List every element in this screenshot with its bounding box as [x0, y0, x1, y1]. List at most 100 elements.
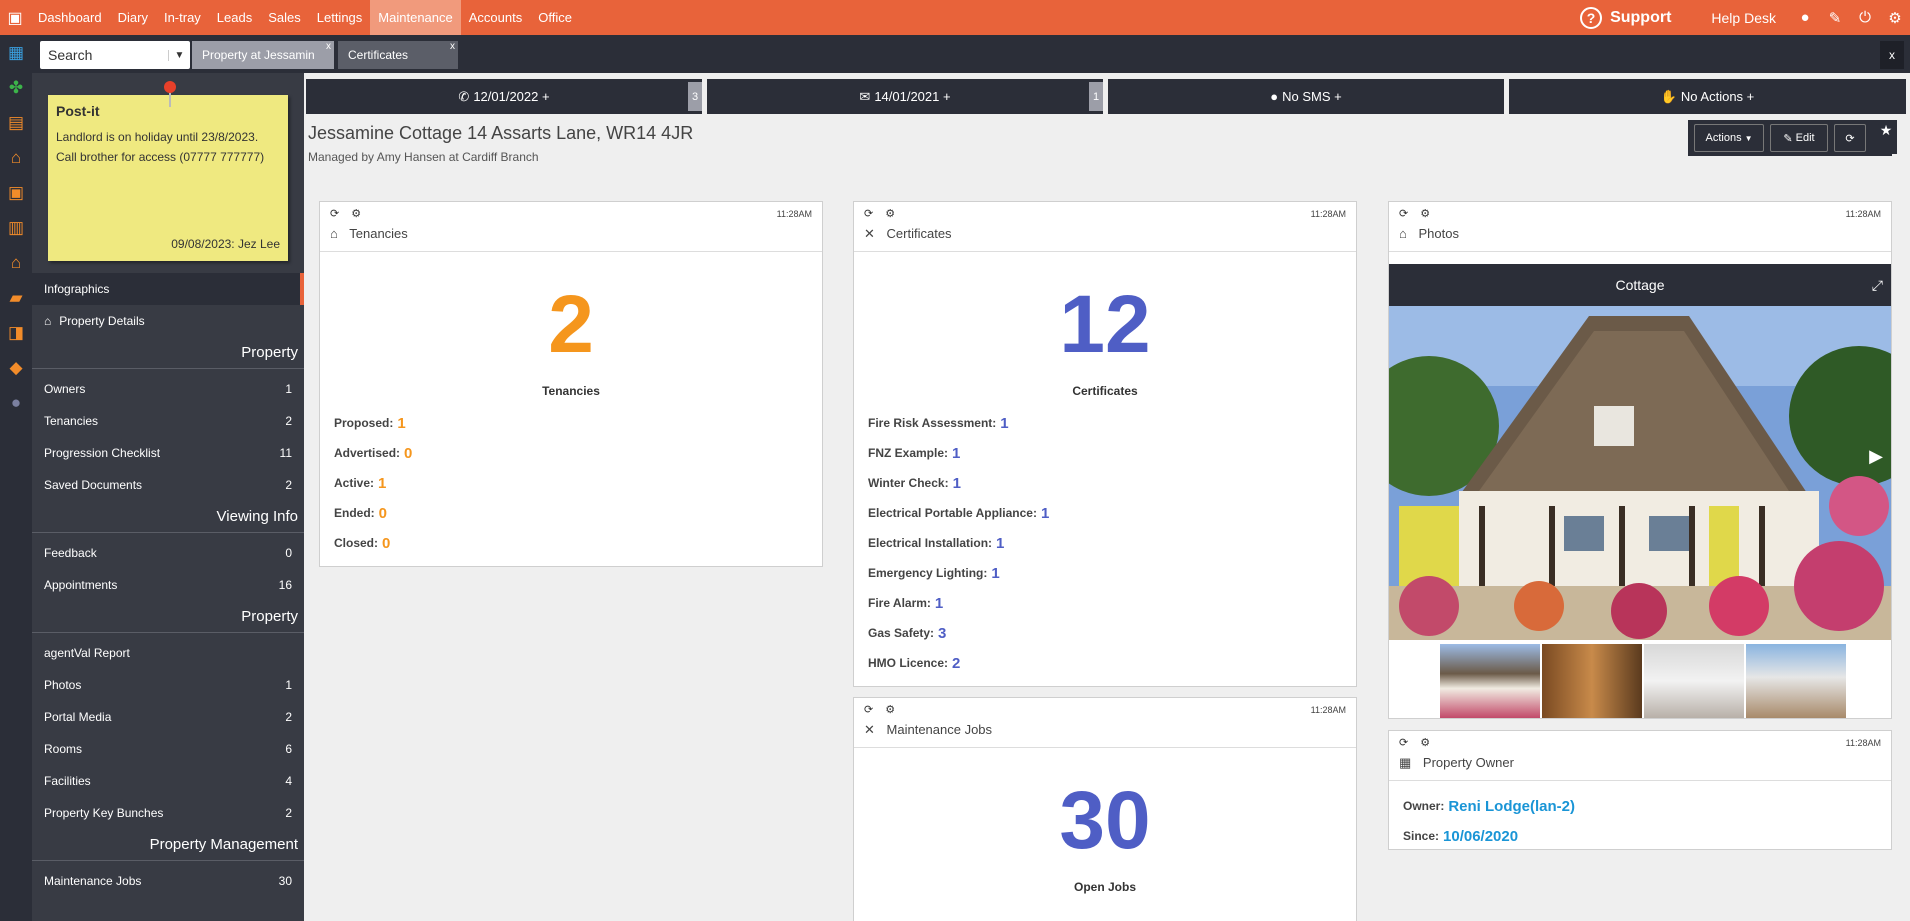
- sidebar-item-agentval-report[interactable]: agentVal Report: [32, 637, 304, 669]
- gear-icon[interactable]: ⚙: [885, 704, 895, 716]
- gear-icon[interactable]: ⚙: [1420, 737, 1430, 749]
- home-key-icon[interactable]: ⌂: [0, 245, 32, 280]
- thumbnail[interactable]: [1746, 644, 1846, 718]
- refresh-icon[interactable]: ⟳: [864, 704, 873, 716]
- pin-icon: [164, 81, 176, 93]
- sidebar-item-feedback[interactable]: Feedback 0: [32, 537, 304, 569]
- tab-property[interactable]: Property at Jessamin x: [192, 41, 334, 69]
- stat-value[interactable]: 1: [935, 595, 943, 612]
- helpdesk-link[interactable]: Help Desk: [1711, 10, 1776, 26]
- item-count: 2: [285, 806, 292, 820]
- stat-value[interactable]: 0: [382, 535, 390, 552]
- refresh-icon[interactable]: ⟳: [1399, 208, 1408, 220]
- last-call-button[interactable]: ✆ 12/01/2022 + 3: [306, 79, 702, 114]
- gear-icon[interactable]: ⚙: [351, 208, 361, 220]
- sidebar-item-property-key-bunches[interactable]: Property Key Bunches 2: [32, 797, 304, 829]
- users-icon[interactable]: ●: [0, 385, 32, 420]
- close-icon[interactable]: x: [450, 41, 455, 52]
- stat-value[interactable]: 0: [379, 505, 387, 522]
- search-input[interactable]: Search: [40, 47, 168, 63]
- stat-value[interactable]: 1: [996, 535, 1004, 552]
- stat-value[interactable]: 1: [1041, 505, 1049, 522]
- sidebar-item-property-details[interactable]: ⌂ Property Details: [32, 305, 304, 337]
- thumbnail[interactable]: [1440, 644, 1540, 718]
- menu-leads[interactable]: Leads: [209, 0, 260, 35]
- stat-value[interactable]: 1: [1000, 415, 1008, 432]
- chevron-down-icon[interactable]: ▼: [168, 49, 190, 61]
- sidebar-item-photos[interactable]: Photos 1: [32, 669, 304, 701]
- menu-lettings[interactable]: Lettings: [309, 0, 371, 35]
- presentation-icon[interactable]: ▤: [0, 105, 32, 140]
- sidebar-item-appointments[interactable]: Appointments 16: [32, 569, 304, 601]
- tenancies-stats: Proposed: 1 Advertised: 0 Active: 1 Ended: 0…: [320, 398, 822, 558]
- handshake-icon: ✋: [1660, 88, 1677, 104]
- stat-value[interactable]: 1: [953, 475, 961, 492]
- sidebar-item-tenancies[interactable]: Tenancies 2: [32, 405, 304, 437]
- stat-row: Electrical Portable Appliance: 1: [868, 498, 1342, 528]
- edit-icon[interactable]: ✎: [1820, 9, 1850, 27]
- stat-value[interactable]: 1: [397, 415, 405, 432]
- sidebar-item-facilities[interactable]: Facilities 4: [32, 765, 304, 797]
- stat-value[interactable]: 0: [404, 445, 412, 462]
- sidebar-item-progression-checklist[interactable]: Progression Checklist 11: [32, 437, 304, 469]
- search-box[interactable]: Search ▼: [40, 41, 190, 69]
- property-owner-panel: ⟳ ⚙ 11:28AM ▦ Property Owner Owner: Reni …: [1388, 730, 1892, 850]
- sidebar-item-rooms[interactable]: Rooms 6: [32, 733, 304, 765]
- sidebar-item-maintenance-jobs[interactable]: Maintenance Jobs 30: [32, 865, 304, 897]
- sidebar-item-owners[interactable]: Owners 1: [32, 373, 304, 405]
- edit-button[interactable]: ✎ Edit: [1770, 124, 1828, 152]
- notifications-icon[interactable]: ●: [1790, 9, 1820, 26]
- sidebar-item-saved-documents[interactable]: Saved Documents 2: [32, 469, 304, 501]
- stat-value[interactable]: 1: [952, 445, 960, 462]
- calendar-icon[interactable]: ▦: [0, 35, 32, 70]
- owner-link[interactable]: Reni Lodge(lan-2): [1448, 798, 1575, 815]
- support-link[interactable]: ? Support: [1580, 6, 1671, 29]
- stat-value[interactable]: 1: [378, 475, 386, 492]
- sidebar-item-portal-media[interactable]: Portal Media 2: [32, 701, 304, 733]
- building-icon[interactable]: ▣: [0, 175, 32, 210]
- sidebar-item-infographics[interactable]: Infographics: [32, 273, 304, 305]
- menu-dashboard[interactable]: Dashboard: [30, 0, 110, 35]
- power-icon[interactable]: ⏻: [1850, 9, 1880, 26]
- fullscreen-icon[interactable]: ⤢: [1872, 277, 1883, 294]
- main-photo[interactable]: ▶: [1389, 306, 1891, 640]
- house-icon[interactable]: ⌂: [0, 140, 32, 175]
- menu-sales[interactable]: Sales: [260, 0, 309, 35]
- menu-diary[interactable]: Diary: [110, 0, 156, 35]
- refresh-icon[interactable]: ⟳: [330, 208, 339, 220]
- stat-value[interactable]: 1: [991, 565, 999, 582]
- ledger-icon[interactable]: ▥: [0, 210, 32, 245]
- stat-label: Winter Check:: [868, 476, 949, 490]
- tenancies-total: 2: [548, 279, 594, 370]
- next-arrow-icon[interactable]: ▶: [1869, 446, 1883, 467]
- stat-row: Proposed: 1: [334, 408, 808, 438]
- tab-certificates[interactable]: Certificates x: [338, 41, 458, 69]
- menu-office[interactable]: Office: [530, 0, 580, 35]
- postit-note[interactable]: Post-it Landlord is on holiday until 23/…: [48, 95, 288, 261]
- last-email-button[interactable]: ✉ 14/01/2021 + 1: [707, 79, 1103, 114]
- menu-accounts[interactable]: Accounts: [461, 0, 530, 35]
- actions-dropdown-button[interactable]: Actions ▼: [1694, 124, 1764, 152]
- refresh-button[interactable]: ⟳: [1834, 124, 1866, 152]
- gear-icon[interactable]: ⚙: [885, 208, 895, 220]
- menu-in-tray[interactable]: In-tray: [156, 0, 209, 35]
- stat-value[interactable]: 2: [952, 655, 960, 672]
- menu-maintenance[interactable]: Maintenance: [370, 0, 461, 35]
- folder-icon[interactable]: ▰: [0, 280, 32, 315]
- close-icon[interactable]: x: [326, 41, 331, 52]
- sms-button[interactable]: ● No SMS +: [1108, 79, 1504, 114]
- clover-icon[interactable]: ✤: [0, 70, 32, 105]
- actions-button[interactable]: ✋ No Actions +: [1509, 79, 1906, 114]
- settings-gear-icon[interactable]: ⚙: [1880, 9, 1910, 27]
- close-all-tabs-button[interactable]: x: [1880, 41, 1904, 69]
- app-logo-icon[interactable]: ▣: [0, 0, 30, 35]
- thumbnail[interactable]: [1542, 644, 1642, 718]
- thumbnail[interactable]: [1644, 644, 1744, 718]
- briefcase-icon[interactable]: ◆: [0, 350, 32, 385]
- screen-icon[interactable]: ◨: [0, 315, 32, 350]
- gear-icon[interactable]: ⚙: [1420, 208, 1430, 220]
- refresh-icon[interactable]: ⟳: [864, 208, 873, 220]
- refresh-icon[interactable]: ⟳: [1399, 737, 1408, 749]
- stat-value[interactable]: 3: [938, 625, 946, 642]
- bookmark-star-button[interactable]: ★: [1875, 120, 1897, 154]
